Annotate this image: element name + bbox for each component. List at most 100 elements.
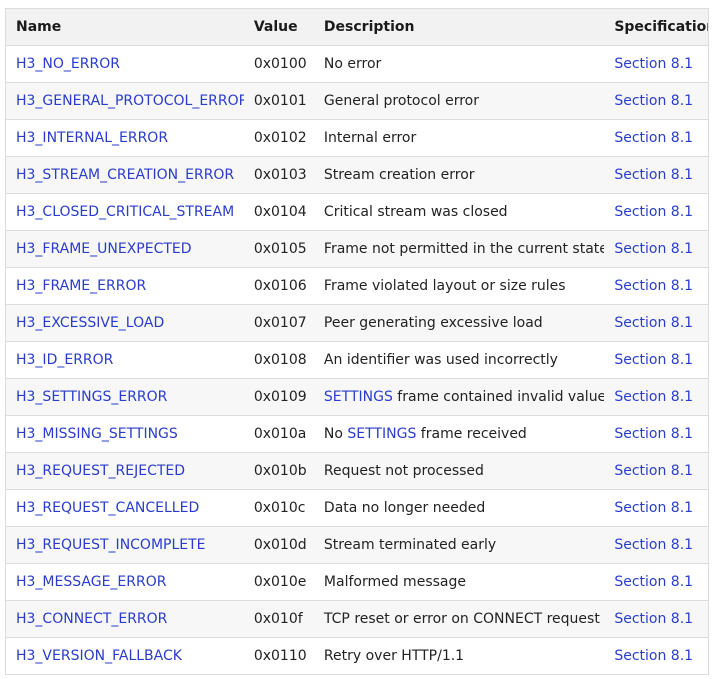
error-name-link[interactable]: H3_CONNECT_ERROR [16,611,167,627]
description-text: Peer generating excessive load [323,315,543,331]
cell-value: 0x0103 [243,156,314,194]
description-text: frame contained invalid values [392,389,605,405]
table-row: H3_FRAME_ERROR 0x0106 Frame violated layou… [5,267,709,305]
description-text: Internal error [323,130,417,146]
error-name-link[interactable]: H3_MESSAGE_ERROR [16,574,166,590]
cell-description: Critical stream was closed [313,193,605,231]
cell-specification: Section 8.1 [604,415,709,453]
header-specification: Specification [604,8,709,46]
cell-description: Internal error [313,119,605,157]
cell-name: H3_FRAME_UNEXPECTED [5,230,244,268]
specification-link[interactable]: Section 8.1 [614,56,693,72]
description-text: Malformed message [323,574,466,590]
header-name: Name [5,8,244,46]
error-name-link[interactable]: H3_SETTINGS_ERROR [16,389,167,405]
specification-link[interactable]: Section 8.1 [614,130,693,146]
description-text: Frame violated layout or size rules [323,278,566,294]
table-row: H3_REQUEST_REJECTED 0x010b Request not pro… [5,452,709,490]
specification-link[interactable]: Section 8.1 [614,315,693,331]
settings-link[interactable]: SETTINGS [347,426,416,442]
cell-specification: Section 8.1 [604,45,709,83]
cell-name: H3_GENERAL_PROTOCOL_ERROR [5,82,244,120]
cell-description: No SETTINGS frame received [313,415,605,453]
cell-description: No error [313,45,605,83]
error-name-link[interactable]: H3_VERSION_FALLBACK [16,648,182,664]
cell-value: 0x010e [243,563,314,601]
error-codes-table-container: Name Value Description Specification H3_… [5,8,709,675]
error-name-link[interactable]: H3_FRAME_ERROR [16,278,146,294]
specification-link[interactable]: Section 8.1 [614,648,693,664]
header-value: Value [243,8,314,46]
error-name-link[interactable]: H3_REQUEST_CANCELLED [16,500,199,516]
specification-link[interactable]: Section 8.1 [614,463,693,479]
description-text: No error [323,56,382,72]
cell-description: Frame not permitted in the current state [313,230,605,268]
specification-link[interactable]: Section 8.1 [614,426,693,442]
description-text: General protocol error [323,93,479,109]
cell-name: H3_REQUEST_CANCELLED [5,489,244,527]
error-name-link[interactable]: H3_STREAM_CREATION_ERROR [16,167,234,183]
table-row: H3_FRAME_UNEXPECTED 0x0105 Frame not permi… [5,230,709,268]
specification-link[interactable]: Section 8.1 [614,241,693,257]
cell-name: H3_FRAME_ERROR [5,267,244,305]
cell-value: 0x0102 [243,119,314,157]
table-row: H3_CONNECT_ERROR 0x010f TCP reset or error… [5,600,709,638]
error-name-link[interactable]: H3_NO_ERROR [16,56,120,72]
cell-description: SETTINGS frame contained invalid values [313,378,605,416]
description-text: Stream creation error [323,167,475,183]
cell-value: 0x0101 [243,82,314,120]
specification-link[interactable]: Section 8.1 [614,611,693,627]
cell-value: 0x010a [243,415,314,453]
cell-name: H3_STREAM_CREATION_ERROR [5,156,244,194]
cell-name: H3_VERSION_FALLBACK [5,637,244,675]
table-row: H3_REQUEST_CANCELLED 0x010c Data no longer… [5,489,709,527]
cell-value: 0x0104 [243,193,314,231]
description-text: An identifier was used incorrectly [323,352,558,368]
table-body: H3_NO_ERROR 0x0100 No error Section 8.1 H3_G… [5,45,709,675]
table-row: H3_NO_ERROR 0x0100 No error Section 8.1 [5,45,709,83]
cell-name: H3_ID_ERROR [5,341,244,379]
cell-value: 0x0105 [243,230,314,268]
error-name-link[interactable]: H3_CLOSED_CRITICAL_STREAM [16,204,234,220]
description-text: Data no longer needed [323,500,486,516]
specification-link[interactable]: Section 8.1 [614,574,693,590]
error-name-link[interactable]: H3_REQUEST_REJECTED [16,463,185,479]
cell-description: Malformed message [313,563,605,601]
cell-value: 0x010b [243,452,314,490]
error-name-link[interactable]: H3_GENERAL_PROTOCOL_ERROR [16,93,244,109]
cell-value: 0x0108 [243,341,314,379]
description-text: Stream terminated early [323,537,497,553]
error-name-link[interactable]: H3_REQUEST_INCOMPLETE [16,537,206,553]
error-name-link[interactable]: H3_INTERNAL_ERROR [16,130,168,146]
cell-value: 0x010c [243,489,314,527]
cell-description: Request not processed [313,452,605,490]
specification-link[interactable]: Section 8.1 [614,352,693,368]
cell-value: 0x010d [243,526,314,564]
cell-specification: Section 8.1 [604,637,709,675]
cell-specification: Section 8.1 [604,304,709,342]
description-text: frame received [416,426,527,442]
description-text: Critical stream was closed [323,204,508,220]
specification-link[interactable]: Section 8.1 [614,204,693,220]
error-name-link[interactable]: H3_ID_ERROR [16,352,113,368]
error-name-link[interactable]: H3_MISSING_SETTINGS [16,426,178,442]
specification-link[interactable]: Section 8.1 [614,278,693,294]
table-row: H3_REQUEST_INCOMPLETE 0x010d Stream termin… [5,526,709,564]
specification-link[interactable]: Section 8.1 [614,537,693,553]
specification-link[interactable]: Section 8.1 [614,93,693,109]
description-text: Retry over HTTP/1.1 [323,648,465,664]
table-row: H3_STREAM_CREATION_ERROR 0x0103 Stream cre… [5,156,709,194]
table-row: H3_EXCESSIVE_LOAD 0x0107 Peer generating e… [5,304,709,342]
table-row: H3_MISSING_SETTINGS 0x010a No SETTINGS fra… [5,415,709,453]
description-text: TCP reset or error on CONNECT request [323,611,600,627]
error-name-link[interactable]: H3_EXCESSIVE_LOAD [16,315,164,331]
error-name-link[interactable]: H3_FRAME_UNEXPECTED [16,241,192,257]
cell-value: 0x0107 [243,304,314,342]
settings-link[interactable]: SETTINGS [324,389,393,405]
cell-name: H3_CONNECT_ERROR [5,600,244,638]
specification-link[interactable]: Section 8.1 [614,389,693,405]
specification-link[interactable]: Section 8.1 [614,500,693,516]
specification-link[interactable]: Section 8.1 [614,167,693,183]
table-row: H3_SETTINGS_ERROR 0x0109 SETTINGS frame co… [5,378,709,416]
table-row: H3_MESSAGE_ERROR 0x010e Malformed message S… [5,563,709,601]
